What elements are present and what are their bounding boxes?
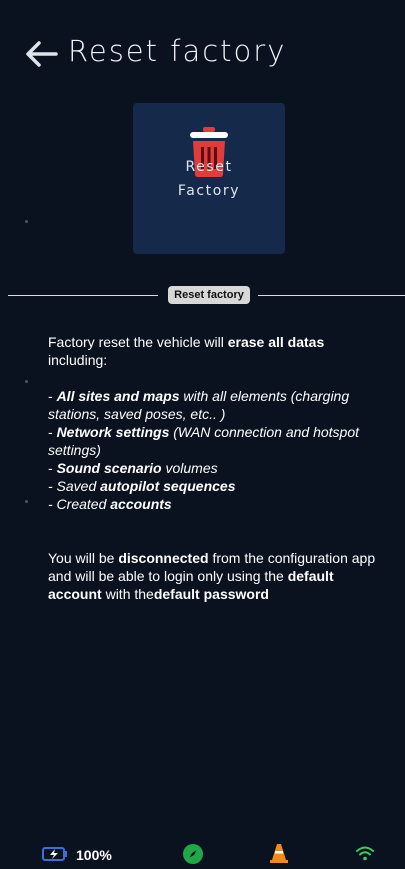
arrow-left-icon bbox=[26, 41, 58, 67]
back-button[interactable] bbox=[20, 38, 62, 70]
list-item: - Saved autopilot sequences bbox=[48, 478, 236, 494]
divider-line-left bbox=[8, 295, 158, 296]
status-bar: 100% bbox=[0, 838, 405, 868]
battery-charging-icon bbox=[42, 847, 67, 861]
compass-icon[interactable] bbox=[183, 844, 203, 864]
intro-text: Factory reset the vehicle will erase all… bbox=[48, 334, 325, 368]
list-item: - All sites and maps with all elements (… bbox=[48, 388, 350, 422]
reset-card-label-line2: Factory bbox=[177, 183, 241, 199]
decor-dot bbox=[25, 220, 28, 223]
reset-description: Factory reset the vehicle will erase all… bbox=[48, 333, 378, 603]
battery-level: 100% bbox=[76, 847, 112, 863]
list-item: - Created accounts bbox=[48, 496, 172, 512]
reset-card-label-line1: Reset bbox=[185, 159, 233, 175]
decor-dot bbox=[25, 380, 28, 383]
wifi-icon[interactable] bbox=[356, 845, 374, 861]
divider-line-right bbox=[258, 295, 405, 296]
disconnect-notice: You will be disconnected from the config… bbox=[48, 550, 376, 602]
reset-factory-button[interactable]: Reset Factory bbox=[133, 103, 285, 254]
decor-dot bbox=[25, 500, 28, 503]
page-title: Reset factory bbox=[68, 34, 287, 68]
header: Reset factory bbox=[0, 0, 405, 110]
section-divider-label: Reset factory bbox=[168, 286, 250, 304]
list-item: - Sound scenario volumes bbox=[48, 460, 218, 476]
list-item: - Network settings (WAN connection and h… bbox=[48, 424, 360, 458]
traffic-cone-icon[interactable] bbox=[270, 843, 288, 863]
